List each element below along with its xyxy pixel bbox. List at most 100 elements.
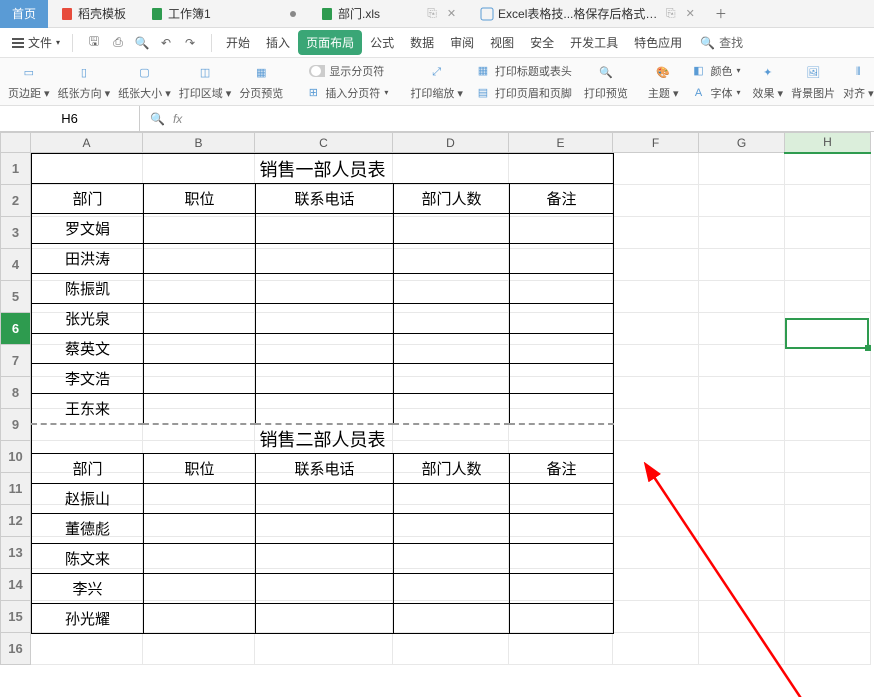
redo-icon[interactable]: ↷: [181, 34, 199, 52]
undo-icon[interactable]: ↶: [157, 34, 175, 52]
cell[interactable]: [785, 281, 871, 313]
cell[interactable]: [613, 473, 699, 505]
cell[interactable]: [613, 441, 699, 473]
cell[interactable]: [613, 601, 699, 633]
cell[interactable]: [699, 473, 785, 505]
tab-workbook1[interactable]: 工作簿1: [138, 0, 308, 28]
column-header[interactable]: A: [31, 133, 143, 153]
search-icon[interactable]: 🔍: [150, 112, 165, 126]
ribbon-size[interactable]: ▢纸张大小 ▾: [114, 60, 175, 104]
cell[interactable]: [699, 377, 785, 409]
menu-item[interactable]: 数据: [402, 30, 442, 55]
ribbon-bgpic[interactable]: 🖼背景图片: [787, 60, 839, 104]
cell[interactable]: [509, 633, 613, 665]
menu-item[interactable]: 安全: [522, 30, 562, 55]
close-icon[interactable]: ✕: [686, 7, 695, 20]
cell[interactable]: [785, 249, 871, 281]
cell[interactable]: [393, 633, 509, 665]
search-button[interactable]: 🔍 查找: [700, 34, 743, 51]
menu-item[interactable]: 公式: [362, 30, 402, 55]
ribbon-effect[interactable]: ✦效果 ▾: [749, 60, 788, 104]
row-header[interactable]: 9: [1, 409, 31, 441]
cell[interactable]: [613, 345, 699, 377]
fx-icon[interactable]: fx: [173, 112, 182, 126]
row-header[interactable]: 3: [1, 217, 31, 249]
formula-input[interactable]: [192, 106, 874, 131]
ribbon-margin[interactable]: ▭页边距 ▾: [4, 60, 54, 104]
column-header[interactable]: C: [255, 133, 393, 153]
cell[interactable]: [613, 217, 699, 249]
cell[interactable]: [699, 249, 785, 281]
cell[interactable]: [699, 345, 785, 377]
ribbon-scale[interactable]: ⤢打印缩放 ▾: [406, 60, 467, 104]
ribbon-font[interactable]: A 字体 ▾: [684, 82, 746, 104]
menu-item[interactable]: 审阅: [442, 30, 482, 55]
row-header[interactable]: 10: [1, 441, 31, 473]
cell[interactable]: [785, 377, 871, 409]
ribbon-color[interactable]: ◧ 颜色 ▾: [684, 60, 746, 82]
cell[interactable]: [143, 633, 255, 665]
cell[interactable]: [31, 633, 143, 665]
menu-item[interactable]: 开始: [218, 30, 258, 55]
cell[interactable]: [699, 441, 785, 473]
cell[interactable]: [613, 377, 699, 409]
row-header[interactable]: 12: [1, 505, 31, 537]
row-header[interactable]: 5: [1, 281, 31, 313]
cell[interactable]: [785, 409, 871, 441]
cell[interactable]: [785, 569, 871, 601]
cell[interactable]: [613, 185, 699, 217]
preview-icon[interactable]: 🔍: [133, 34, 151, 52]
row-header[interactable]: 8: [1, 377, 31, 409]
cell[interactable]: [699, 153, 785, 185]
menu-item[interactable]: 视图: [482, 30, 522, 55]
cell[interactable]: [785, 601, 871, 633]
column-header[interactable]: B: [143, 133, 255, 153]
cell[interactable]: [255, 633, 393, 665]
menu-item[interactable]: 页面布局: [298, 30, 362, 55]
pin-icon[interactable]: ⎘: [666, 6, 676, 21]
ribbon-area[interactable]: ◫打印区域 ▾: [175, 60, 236, 104]
name-box[interactable]: [0, 106, 140, 131]
spreadsheet-grid[interactable]: ABCDEFGH12345678910111213141516 销售一部人员表部…: [0, 132, 874, 697]
cell[interactable]: [699, 217, 785, 249]
menu-item[interactable]: 开发工具: [562, 30, 626, 55]
cell[interactable]: [613, 409, 699, 441]
row-header[interactable]: 11: [1, 473, 31, 505]
column-header[interactable]: D: [393, 133, 509, 153]
cell[interactable]: [699, 409, 785, 441]
cell[interactable]: [613, 505, 699, 537]
menu-item[interactable]: 插入: [258, 30, 298, 55]
cell[interactable]: [613, 249, 699, 281]
cell[interactable]: [785, 217, 871, 249]
ribbon-preview[interactable]: ▦分页预览: [235, 60, 287, 104]
ribbon-insertbreak[interactable]: ⊞ 插入分页符 ▾: [299, 82, 394, 104]
row-header[interactable]: 15: [1, 601, 31, 633]
cell-reference-input[interactable]: [0, 106, 139, 131]
column-header[interactable]: F: [613, 133, 699, 153]
ribbon-align[interactable]: ⫴对齐 ▾: [839, 60, 874, 104]
column-header[interactable]: G: [699, 133, 785, 153]
tab-department[interactable]: 部门.xls ⎘ ✕: [308, 0, 468, 28]
ribbon-theme[interactable]: 🎨主题 ▾: [644, 60, 683, 104]
cell[interactable]: [699, 281, 785, 313]
row-header[interactable]: 7: [1, 345, 31, 377]
close-icon[interactable]: ✕: [447, 7, 456, 20]
ribbon-showbreak[interactable]: 显示分页符: [299, 60, 394, 82]
row-header[interactable]: 14: [1, 569, 31, 601]
print-icon[interactable]: ⎙: [109, 34, 127, 52]
ribbon-titles[interactable]: ▦ 打印标题或表头: [469, 60, 578, 82]
ribbon-orient[interactable]: ▯纸张方向 ▾: [54, 60, 115, 104]
cell[interactable]: [699, 185, 785, 217]
file-menu[interactable]: 文件 ▾: [6, 32, 66, 53]
pin-icon[interactable]: ⎘: [427, 6, 437, 21]
cell[interactable]: [785, 345, 871, 377]
row-header[interactable]: 2: [1, 185, 31, 217]
ribbon-headerfooter[interactable]: ▤ 打印页眉和页脚: [469, 82, 578, 104]
save-icon[interactable]: 🖫: [85, 34, 103, 52]
ribbon-printpreview[interactable]: 🔍打印预览: [580, 60, 632, 104]
tab-template[interactable]: 稻壳模板: [48, 0, 138, 28]
cell[interactable]: [613, 313, 699, 345]
menu-item[interactable]: 特色应用: [626, 30, 690, 55]
cell[interactable]: [699, 633, 785, 665]
cell[interactable]: [613, 569, 699, 601]
